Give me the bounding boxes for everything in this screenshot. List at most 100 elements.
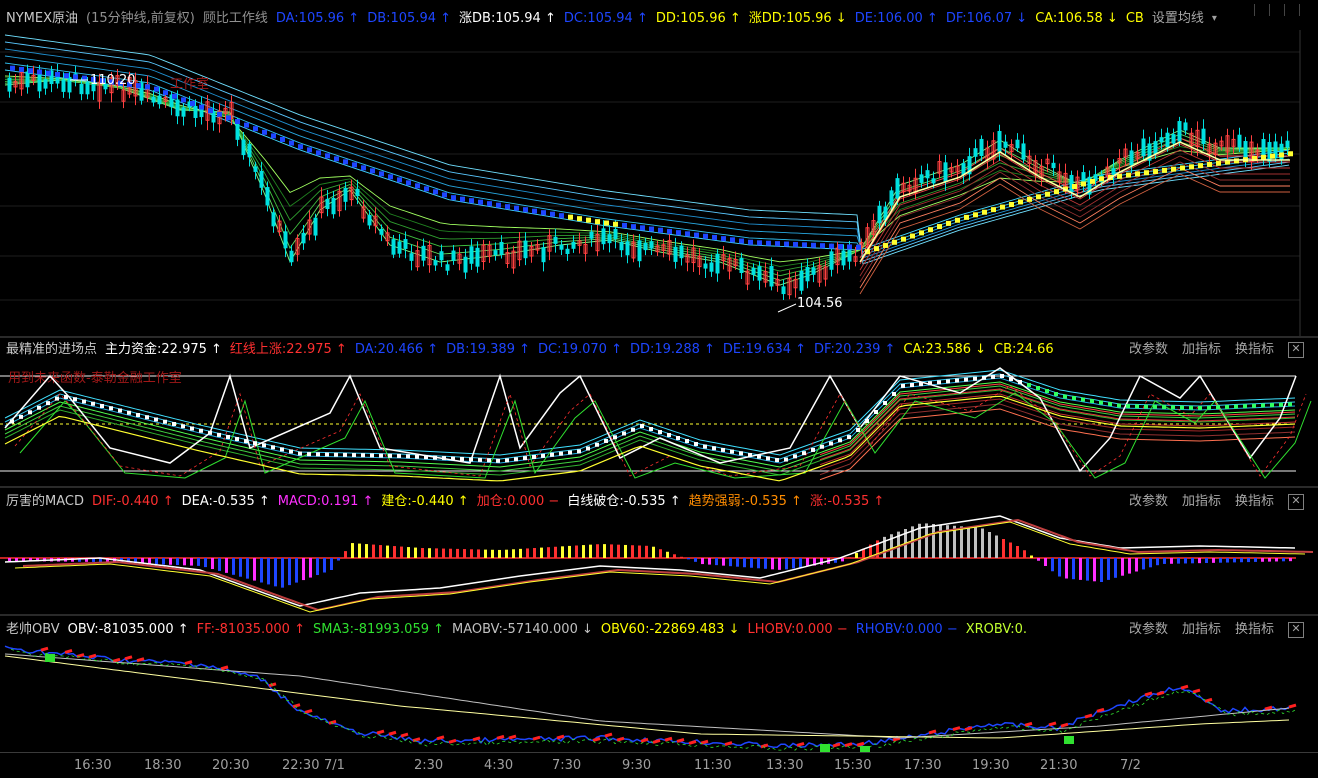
time-tick-label: 7/1 (324, 758, 345, 773)
swap-indicator-button[interactable]: 换指标 (1235, 491, 1274, 513)
entry-marker (271, 445, 275, 450)
macd-histogram-bar (456, 548, 459, 558)
settings-ma-button[interactable]: 设置均线 (1152, 8, 1204, 30)
macd-histogram-bar (799, 558, 802, 568)
indicator-value: 加仓:0.000 − (476, 494, 560, 509)
macd-histogram-bar (435, 548, 438, 558)
candle-body (403, 239, 408, 249)
candle-body (589, 231, 594, 239)
ma-marker (739, 238, 744, 244)
macd-histogram-bar (547, 547, 550, 558)
ma-marker (208, 108, 213, 114)
entry-marker (181, 424, 185, 429)
add-indicator-button[interactable]: 加指标 (1182, 619, 1221, 641)
ma-marker (136, 83, 141, 89)
candle-body (433, 260, 438, 266)
ff-segment (1048, 721, 1057, 727)
add-indicator-button[interactable]: 加指标 (1182, 339, 1221, 361)
macd-histogram-bar (407, 547, 410, 558)
ff-segment (796, 741, 805, 747)
macd-histogram-bar (1205, 558, 1208, 564)
candle-body (973, 148, 978, 157)
entry-marker (1027, 383, 1031, 387)
price-chart[interactable]: 110.20 104.56 工作室 (0, 0, 1318, 336)
ma-marker (55, 71, 60, 77)
obv-line (4, 645, 1290, 749)
ma-marker (703, 233, 708, 239)
macd-histogram-bar (666, 551, 669, 558)
obv-panel[interactable]: 老帅OBV OBV:-81035.000 ↑ FF:-81035.000 ↑ SMA… (0, 616, 1318, 752)
indicator-value: OBV60:-22869.483 ↓ (600, 622, 740, 637)
chevron-down-icon[interactable]: ▾ (1212, 8, 1217, 30)
entry-marker (91, 401, 95, 406)
ma-marker (406, 180, 411, 186)
entry-marker (649, 427, 653, 431)
entry-marker (604, 439, 608, 443)
ma-marker (541, 210, 546, 216)
ma-marker (226, 115, 231, 121)
candle-body (241, 139, 246, 156)
ma-marker (964, 214, 969, 220)
ff-segment (532, 735, 541, 741)
ff-segment (616, 736, 625, 742)
macd-panel[interactable]: 厉害的MACD DIF:-0.440 ↑ DEA:-0.535 ↑ MACD:0.1… (0, 488, 1318, 614)
ma-marker (73, 74, 78, 80)
ma-marker (559, 213, 564, 219)
ff-segment (832, 742, 841, 748)
instrument-title[interactable]: NYMEX原油 (6, 8, 78, 30)
ma-marker (550, 211, 555, 217)
indicator-values: 主力资金:22.975 ↑ 红线上涨:22.975 ↑ DA:20.466 ↑ DB:… (105, 339, 1054, 361)
macd-buttons: 改参数 加指标 换指标 ✕ (1129, 491, 1304, 513)
edit-params-button[interactable]: 改参数 (1129, 491, 1168, 513)
candle-body (769, 265, 774, 287)
ma-marker (298, 144, 303, 150)
close-icon[interactable]: ✕ (1288, 494, 1304, 510)
macd-histogram-bar (939, 524, 942, 558)
ff-segment (640, 737, 649, 743)
entry-panel[interactable]: 用到未来函数-泰勒金融工作室 最精准的进场点 主力资金:22.975 ↑ 红线上涨… (0, 338, 1318, 486)
candle-body (175, 99, 180, 117)
edit-params-button[interactable]: 改参数 (1129, 619, 1168, 641)
candle-body (829, 251, 834, 270)
add-indicator-button[interactable]: 加指标 (1182, 491, 1221, 513)
entry-marker (226, 434, 230, 439)
indicator-value: CA:106.58 ↓ (1035, 11, 1118, 26)
candle-body (313, 217, 318, 236)
macd-histogram-bar (379, 545, 382, 558)
entry-marker (217, 432, 221, 437)
entry-marker (370, 453, 374, 458)
entry-marker (739, 451, 743, 456)
ma-marker (1018, 199, 1023, 205)
macd-histogram-bar (1009, 542, 1012, 558)
macd-histogram-bar (1275, 558, 1278, 562)
indicator-value: XROBV:0. (965, 622, 1028, 637)
macd-histogram-bar (1072, 558, 1075, 580)
macd-histogram-bar (526, 548, 529, 558)
swap-indicator-button[interactable]: 换指标 (1235, 619, 1274, 641)
entry-marker (1225, 404, 1229, 409)
swap-indicator-button[interactable]: 换指标 (1235, 339, 1274, 361)
ff-segment (88, 653, 97, 659)
ma-marker (829, 243, 834, 249)
entry-marker (991, 374, 995, 379)
edit-params-button[interactable]: 改参数 (1129, 339, 1168, 361)
watermark-text: 用到未来函数-泰勒金融工作室 (8, 370, 182, 386)
ma-marker (532, 208, 537, 214)
indicator-value: LHOBV:0.000 − (747, 622, 848, 637)
candle-body (475, 247, 480, 267)
ma-marker (523, 207, 528, 213)
price-panel[interactable]: 110.20 104.56 工作室 NYMEX原油 (15分钟线,前复权) 顾比工作… (0, 0, 1318, 336)
macd-histogram-bar (1240, 558, 1243, 563)
macd-histogram-bar (1254, 558, 1257, 562)
close-icon[interactable]: ✕ (1288, 342, 1304, 358)
rise-ribbon-line (859, 155, 1290, 277)
macd-histogram-bar (932, 524, 935, 558)
ma-marker (181, 97, 186, 103)
ma-marker (667, 228, 672, 234)
ma-marker (1207, 161, 1212, 167)
entry-marker (784, 457, 788, 462)
entry-marker (118, 408, 122, 413)
indicator-value: 红线上涨:22.975 ↑ (229, 342, 347, 357)
macd-histogram-bar (771, 558, 774, 570)
close-icon[interactable]: ✕ (1288, 622, 1304, 638)
